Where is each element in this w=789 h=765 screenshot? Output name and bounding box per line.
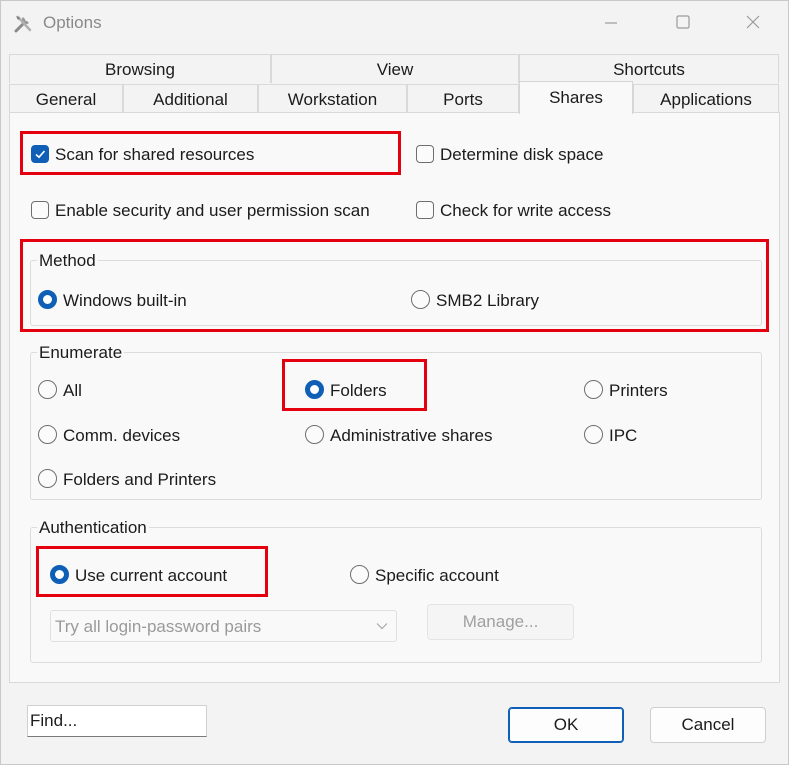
tools-icon	[14, 15, 32, 33]
highlight-box	[20, 131, 401, 175]
find-input[interactable]	[27, 705, 207, 737]
auth-specific-label: Specific account	[375, 566, 499, 585]
tab-shares[interactable]: Shares	[519, 81, 633, 114]
highlight-box	[282, 359, 427, 411]
options-dialog: Options Browsing View Shortcuts General …	[0, 0, 789, 765]
disk-space-label: Determine disk space	[440, 145, 604, 164]
enumerate-group-title: Enumerate	[37, 343, 125, 363]
security-scan-label: Enable security and user permission scan	[55, 201, 370, 220]
tab-workstation[interactable]: Workstation	[258, 84, 407, 113]
tab-ports[interactable]: Ports	[407, 84, 519, 113]
minimize-icon	[605, 22, 617, 24]
chevron-down-icon	[376, 623, 388, 630]
enumerate-all-radio[interactable]	[38, 380, 57, 399]
enumerate-admin-radio[interactable]	[305, 425, 324, 444]
enumerate-folders-printers-radio[interactable]	[38, 469, 57, 488]
enumerate-folders-printers-label: Folders and Printers	[63, 470, 217, 489]
close-icon	[746, 15, 760, 29]
write-access-label: Check for write access	[440, 201, 611, 220]
enumerate-printers-label: Printers	[609, 381, 668, 400]
combo-value: Try all login-password pairs	[55, 617, 262, 636]
close-button[interactable]	[733, 9, 773, 37]
tab-general[interactable]: General	[9, 84, 123, 113]
minimize-button[interactable]	[591, 9, 631, 37]
cancel-button[interactable]: Cancel	[650, 707, 766, 743]
tab-shortcuts[interactable]: Shortcuts	[519, 54, 779, 83]
enumerate-comm-radio[interactable]	[38, 425, 57, 444]
maximize-icon	[676, 15, 690, 29]
auth-specific-radio[interactable]	[350, 565, 369, 584]
highlight-box	[20, 239, 769, 332]
enumerate-admin-label: Administrative shares	[330, 426, 493, 445]
tab-view[interactable]: View	[271, 54, 519, 83]
title-bar: Options	[1, 1, 788, 45]
highlight-box	[36, 546, 268, 597]
window-title: Options	[43, 13, 102, 32]
security-scan-checkbox[interactable]	[31, 201, 49, 219]
write-access-checkbox[interactable]	[416, 201, 434, 219]
enumerate-printers-radio[interactable]	[584, 380, 603, 399]
manage-button[interactable]: Manage...	[427, 604, 574, 640]
maximize-button[interactable]	[663, 9, 703, 37]
tab-browsing[interactable]: Browsing	[9, 54, 271, 83]
tab-applications[interactable]: Applications	[633, 84, 779, 113]
ok-button[interactable]: OK	[508, 707, 624, 743]
tab-additional[interactable]: Additional	[123, 84, 258, 113]
enumerate-all-label: All	[63, 381, 82, 400]
enumerate-ipc-radio[interactable]	[584, 425, 603, 444]
authentication-group-title: Authentication	[37, 518, 149, 538]
disk-space-checkbox[interactable]	[416, 145, 434, 163]
login-password-combo[interactable]: Try all login-password pairs	[50, 610, 397, 642]
enumerate-comm-label: Comm. devices	[63, 426, 181, 445]
enumerate-ipc-label: IPC	[609, 426, 638, 445]
